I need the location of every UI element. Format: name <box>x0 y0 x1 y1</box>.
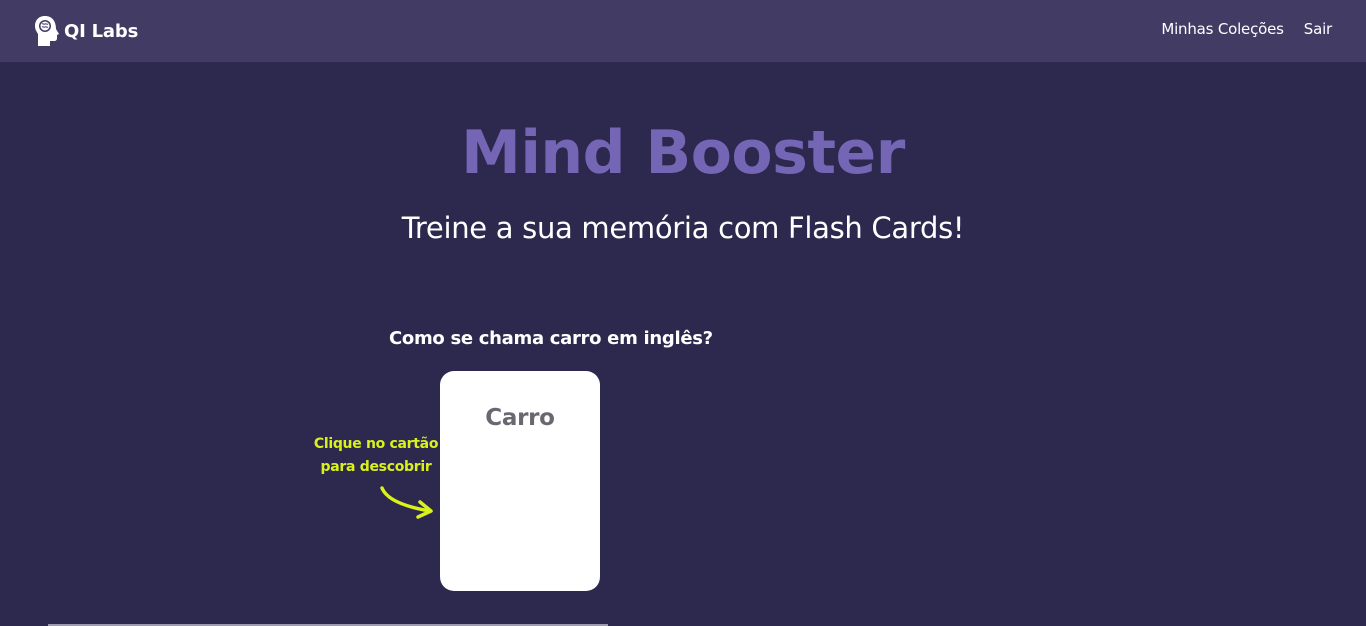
flashcard[interactable]: Carro <box>440 371 600 591</box>
page-title: Mind Booster <box>461 118 905 188</box>
click-hint: Clique no cartão para descobrir <box>306 433 446 479</box>
nav-link-logout[interactable]: Sair <box>1304 20 1332 38</box>
nav-links: Minhas Coleções Sair <box>1161 20 1332 38</box>
brand-name: QI Labs <box>64 20 139 42</box>
flashcard-question: Como se chama carro em inglês? <box>389 328 713 349</box>
curved-arrow-icon <box>380 486 433 519</box>
page-subtitle: Treine a sua memória com Flash Cards! <box>401 211 965 245</box>
brand-link[interactable]: QI Labs <box>34 14 138 48</box>
flashcard-front-text: Carro <box>485 405 555 431</box>
click-hint-line-1: Clique no cartão <box>313 436 439 452</box>
click-hint-line-2: para descobrir <box>320 459 432 475</box>
brain-head-icon <box>34 15 60 47</box>
nav-link-my-collections[interactable]: Minhas Coleções <box>1161 20 1284 38</box>
navbar: QI Labs Minhas Coleções Sair <box>0 0 1366 62</box>
